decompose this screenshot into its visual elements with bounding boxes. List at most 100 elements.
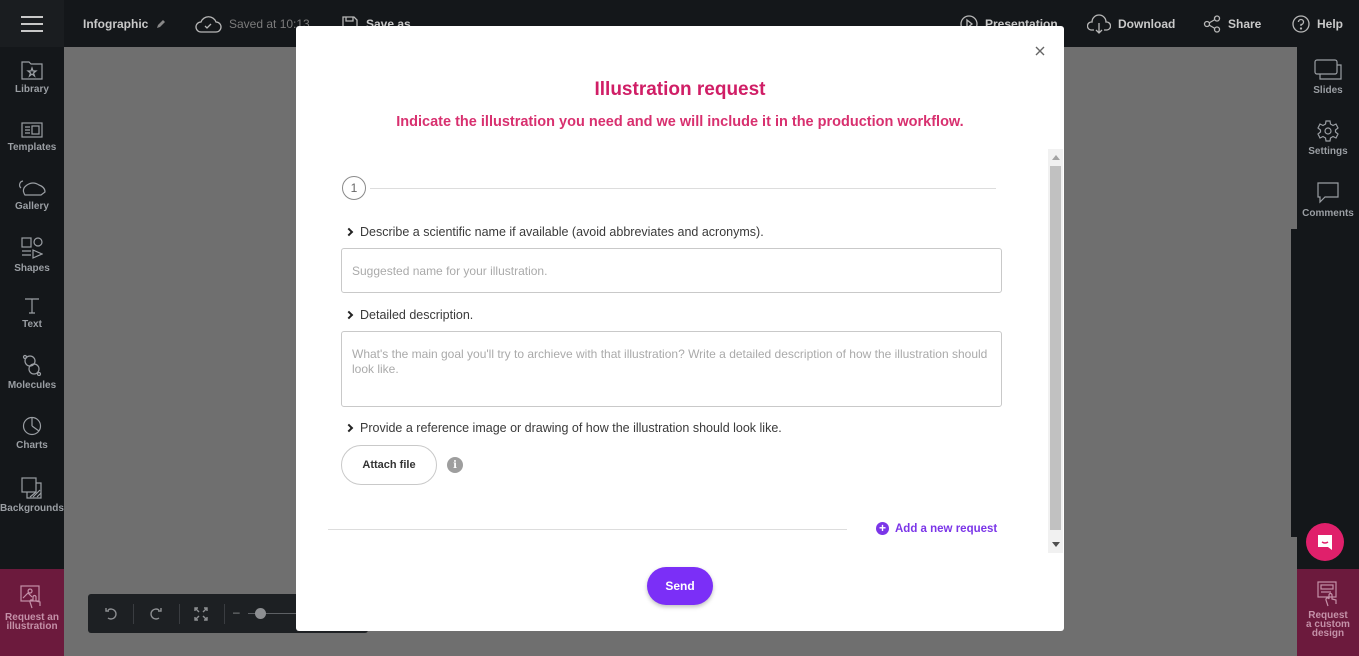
document-title[interactable]: Infographic	[83, 0, 167, 47]
step-number-badge: 1	[342, 176, 366, 200]
sidebar-item-label: Settings	[1308, 146, 1348, 157]
help-circle-icon	[1292, 14, 1310, 33]
cloud-check-icon	[195, 15, 222, 33]
toolbar-divider	[133, 604, 134, 624]
attach-file-button[interactable]: Attach file	[341, 445, 437, 485]
sidebar-item-gallery[interactable]: Gallery	[0, 179, 64, 212]
document-title-text: Infographic	[83, 16, 149, 31]
left-sidebar: Library Templates Gallery Shapes Text Mo…	[0, 47, 64, 656]
sidebar-item-label: Comments	[1302, 208, 1354, 219]
sidebar-item-label: Shapes	[14, 263, 50, 274]
close-icon	[1035, 46, 1045, 56]
design-request-icon	[1317, 581, 1337, 607]
sidebar-item-backgrounds[interactable]: Backgrounds	[0, 477, 64, 514]
zoom-out-button[interactable]: –	[233, 605, 240, 619]
save-status: Saved at 10:13	[194, 0, 310, 47]
request-custom-design-button[interactable]: Request a custom design	[1297, 569, 1359, 656]
sidebar-item-shapes[interactable]: Shapes	[0, 237, 64, 274]
question-text: Describe a scientific name if available …	[360, 225, 764, 239]
scroll-up-arrow-icon[interactable]	[1052, 155, 1060, 160]
info-icon[interactable]: i	[447, 457, 463, 473]
request-form: 1 Describe a scientific name if availabl…	[328, 149, 1048, 553]
step-divider	[370, 188, 996, 189]
help-label: Help	[1317, 16, 1344, 31]
sidebar-item-slides[interactable]: Slides	[1297, 59, 1359, 96]
sidebar-item-settings[interactable]: Settings	[1297, 120, 1359, 157]
scroll-down-arrow-icon[interactable]	[1052, 542, 1060, 547]
sidebar-item-text[interactable]: Text	[0, 297, 64, 330]
hamburger-menu-icon	[21, 22, 43, 25]
question-detailed-description: Detailed description.	[344, 308, 474, 322]
zoom-slider-handle[interactable]	[254, 608, 266, 619]
add-new-request-label: Add a new request	[895, 522, 998, 535]
description-textarea[interactable]	[341, 331, 1002, 407]
chat-icon	[1318, 535, 1332, 550]
redo-icon	[150, 607, 162, 620]
download-label: Download	[1118, 16, 1176, 31]
share-icon	[1203, 14, 1221, 33]
add-new-request-button[interactable]: + Add a new request	[876, 522, 997, 535]
question-scientific-name: Describe a scientific name if available …	[344, 225, 764, 239]
share-label: Share	[1228, 16, 1262, 31]
question-reference-image: Provide a reference image or drawing of …	[344, 421, 782, 435]
cloud-download-icon	[1087, 13, 1111, 34]
request-custom-design-label-line3: design	[1311, 628, 1345, 639]
template-icon	[21, 122, 43, 138]
right-sidebar: Slides Settings Comments	[1297, 47, 1359, 656]
pie-chart-icon	[22, 416, 42, 436]
comment-icon	[1317, 182, 1339, 204]
question-text: Detailed description.	[360, 308, 474, 322]
illustration-name-input[interactable]	[341, 248, 1002, 293]
background-icon	[21, 477, 42, 499]
chevron-right-icon	[344, 310, 354, 320]
sidebar-item-label: Library	[15, 84, 49, 95]
fit-screen-icon	[194, 606, 208, 621]
mouse-animal-icon	[19, 180, 46, 196]
sidebar-item-label: Charts	[16, 440, 48, 451]
folder-star-icon	[21, 61, 43, 80]
toolbar-divider	[224, 604, 225, 624]
illustration-request-modal: Illustration request Indicate the illust…	[296, 26, 1064, 631]
menu-button[interactable]	[0, 0, 64, 47]
plus-circle-icon: +	[876, 522, 889, 535]
shapes-icon	[21, 237, 43, 259]
close-button[interactable]	[1031, 42, 1049, 60]
toolbar-divider	[179, 604, 180, 624]
scrollbar-thumb[interactable]	[1050, 166, 1061, 530]
help-button[interactable]: Help	[1292, 0, 1343, 47]
pencil-icon[interactable]	[155, 18, 167, 30]
fit-screen-button[interactable]	[189, 594, 213, 633]
form-scrollbar[interactable]	[1048, 149, 1063, 553]
undo-button[interactable]	[99, 594, 123, 633]
molecule-icon	[22, 354, 42, 376]
sidebar-item-templates[interactable]: Templates	[0, 122, 64, 153]
sidebar-item-charts[interactable]: Charts	[0, 416, 64, 451]
sidebar-item-label: Text	[22, 319, 42, 330]
slides-icon	[1314, 59, 1342, 80]
modal-title: Illustration request	[594, 79, 766, 100]
sidebar-item-library[interactable]: Library	[0, 60, 64, 95]
sidebar-item-label: Slides	[1313, 85, 1343, 96]
share-button[interactable]: Share	[1203, 0, 1261, 47]
request-illustration-button[interactable]: Request an illustration	[0, 569, 64, 656]
image-request-icon	[20, 585, 41, 609]
sidebar-item-label: Molecules	[7, 380, 57, 391]
request-illustration-label-line2: illustration	[6, 621, 58, 632]
chevron-right-icon	[344, 227, 354, 237]
gear-icon	[1317, 120, 1339, 142]
redo-button[interactable]	[144, 594, 168, 633]
sidebar-item-label: Backgrounds	[0, 503, 64, 514]
text-icon	[25, 298, 39, 314]
chevron-right-icon	[344, 423, 354, 433]
sidebar-item-label: Gallery	[15, 201, 49, 212]
sidebar-item-molecules[interactable]: Molecules	[0, 354, 64, 391]
download-button[interactable]: Download	[1087, 0, 1175, 47]
sidebar-item-comments[interactable]: Comments	[1297, 182, 1359, 219]
modal-subtitle: Indicate the illustration you need and w…	[396, 114, 964, 130]
chat-support-button[interactable]	[1306, 523, 1344, 561]
form-divider	[328, 529, 847, 530]
undo-icon	[105, 607, 117, 620]
question-text: Provide a reference image or drawing of …	[360, 421, 782, 435]
sidebar-item-label: Templates	[7, 142, 57, 153]
send-button[interactable]: Send	[647, 567, 713, 605]
